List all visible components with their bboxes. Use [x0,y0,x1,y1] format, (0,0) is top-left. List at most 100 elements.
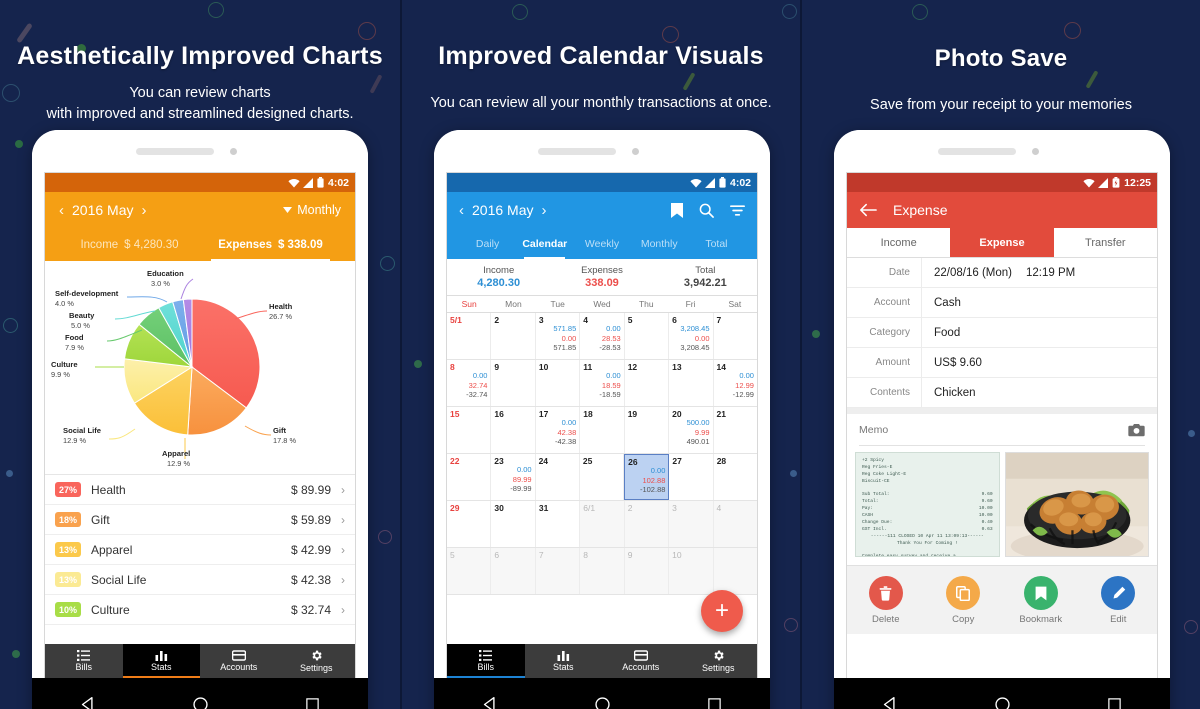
calendar-day-cell[interactable]: 8 0.00 32.74 -32.74 [447,360,492,406]
table-row[interactable]: 13% Social Life $ 42.38 › [45,565,355,595]
table-row[interactable]: 10% Culture $ 32.74 › [45,595,355,625]
calendar-day-cell[interactable]: 3 571.85 0.00 571.85 [536,313,581,359]
calendar-day-cell[interactable]: 4 0.00 28.53 -28.53 [580,313,625,359]
calendar-day-cell[interactable]: 31 [536,501,581,547]
calendar-day-cell[interactable]: 14 0.00 12.99 -12.99 [714,360,757,406]
recents-button-icon[interactable] [707,697,722,709]
tab-income[interactable]: Income [847,228,950,257]
sidebar-item-stats[interactable]: Stats [122,644,200,678]
food-photo[interactable] [1004,452,1149,557]
calendar-day-cell[interactable]: 13 [669,360,714,406]
calendar-day-cell[interactable]: 6/1 [580,501,625,547]
calendar-day-cell[interactable]: 27 [669,454,714,500]
back-button-icon[interactable] [482,696,499,709]
sidebar-item-settings[interactable]: Settings [278,644,356,678]
sidebar-item-stats[interactable]: Stats [525,644,603,678]
tab-total[interactable]: Total [688,228,745,259]
add-transaction-button[interactable]: + [701,590,743,632]
recents-button-icon[interactable] [1107,697,1122,709]
calendar-day-cell[interactable] [713,548,757,594]
calendar-day-cell[interactable]: 21 [714,407,757,453]
calendar-day-cell[interactable]: 8 [580,548,625,594]
month-selector[interactable]: ‹ 2016 May › [459,202,546,219]
calendar-day-cell[interactable]: 7 [714,313,757,359]
receipt-photo[interactable]: +2 Spicy Reg Fries-E Reg Coke Light-E Biscu… [855,452,1000,557]
copy-button[interactable]: Copy [925,576,1003,625]
field-row-date[interactable]: Date 22/08/16 (Mon) 12:19 PM [847,258,1157,288]
calendar-day-cell[interactable]: 9 [624,548,670,594]
tab-monthly[interactable]: Monthly [631,228,688,259]
calendar-day-amounts: 0.00 102.88 -102.88 [640,466,665,495]
tab-transfer[interactable]: Transfer [1054,228,1157,257]
table-row[interactable]: 27% Health $ 89.99 › [45,475,355,505]
tab-expenses[interactable]: Expenses $ 338.09 [200,228,341,261]
calendar-day-cell[interactable]: 6 [491,548,536,594]
delete-button[interactable]: Delete [847,576,925,625]
sidebar-item-accounts[interactable]: Accounts [602,644,680,678]
prev-month-icon[interactable]: ‹ [459,202,464,219]
calendar-day-cell[interactable]: 2 [624,501,670,547]
month-selector[interactable]: ‹ 2016 May › [59,202,146,219]
calendar-day-cell[interactable]: 23 0.00 89.99 -89.99 [491,454,536,500]
calendar-day-cell[interactable]: 28 [714,454,757,500]
home-button-icon[interactable] [994,696,1011,709]
tab-calendar[interactable]: Calendar [516,228,573,259]
home-button-icon[interactable] [192,696,209,709]
back-arrow-icon[interactable] [859,203,877,217]
sidebar-item-accounts[interactable]: Accounts [200,644,278,678]
calendar-day-cell[interactable]: 6 3,208.45 0.00 3,208.45 [669,313,714,359]
field-row-contents[interactable]: Contents Chicken [847,378,1157,408]
calendar-day-cell[interactable]: 20 500.00 9.99 490.01 [669,407,714,453]
sidebar-item-bills[interactable]: Bills [447,644,525,678]
calendar-day-cell[interactable]: 19 [625,407,670,453]
calendar-day-cell[interactable]: 5 [625,313,670,359]
calendar-day-cell[interactable]: 10 [536,360,581,406]
back-button-icon[interactable] [882,696,899,709]
camera-icon[interactable] [1128,423,1145,437]
calendar-day-cell[interactable]: 16 [491,407,536,453]
next-month-icon[interactable]: › [541,202,546,219]
calendar-day-cell[interactable]: 3 [669,501,714,547]
pie-chart[interactable]: Health 26.7 % Gift 17.8 % Apparel 12.9 %… [45,261,355,474]
home-button-icon[interactable] [594,696,611,709]
tab-daily[interactable]: Daily [459,228,516,259]
calendar-day-cell[interactable]: 7 [535,548,581,594]
field-row-category[interactable]: Category Food [847,318,1157,348]
field-row-amount[interactable]: Amount US$ 9.60 [847,348,1157,378]
field-row-account[interactable]: Account Cash [847,288,1157,318]
prev-month-icon[interactable]: ‹ [59,202,64,219]
recents-button-icon[interactable] [305,697,320,709]
calendar-day-cell[interactable]: 25 [580,454,625,500]
back-button-icon[interactable] [80,696,97,709]
sidebar-item-settings[interactable]: Settings [680,644,758,678]
calendar-day-cell[interactable]: 5/1 [447,313,492,359]
calendar-day-cell[interactable]: 5 [447,548,492,594]
calendar-day-cell[interactable]: 12 [625,360,670,406]
calendar-day-cell[interactable]: 22 [447,454,492,500]
calendar-day-cell[interactable]: 15 [447,407,492,453]
calendar-day-cell[interactable]: 26 0.00 102.88 -102.88 [624,454,670,500]
next-month-icon[interactable]: › [141,202,146,219]
bookmark-icon[interactable] [671,202,683,218]
calendar-day-cell[interactable]: 29 [447,501,492,547]
sidebar-item-bills[interactable]: Bills [45,644,123,678]
tab-expense[interactable]: Expense [950,228,1054,257]
calendar-day-cell[interactable]: 24 [536,454,580,500]
bookmark-button[interactable]: Bookmark [1002,576,1080,625]
period-dropdown[interactable]: Monthly [283,203,341,217]
calendar-day-cell[interactable]: 11 0.00 18.59 -18.59 [580,360,625,406]
search-icon[interactable] [699,203,714,218]
table-row[interactable]: 13% Apparel $ 42.99 › [45,535,355,565]
edit-button[interactable]: Edit [1080,576,1158,625]
tab-income[interactable]: Income $ 4,280.30 [59,228,200,261]
table-row[interactable]: 18% Gift $ 59.89 › [45,505,355,535]
calendar-day-cell[interactable]: 4 [713,501,757,547]
filter-icon[interactable] [730,204,745,217]
calendar-day-cell[interactable]: 30 [491,501,536,547]
calendar-day-cell[interactable]: 17 0.00 42.38 -42.38 [536,407,581,453]
calendar-day-cell[interactable]: 9 [491,360,536,406]
tab-weekly[interactable]: Weekly [573,228,630,259]
calendar-day-cell[interactable]: 10 [669,548,714,594]
calendar-day-cell[interactable]: 18 [580,407,625,453]
calendar-day-cell[interactable]: 2 [491,313,536,359]
